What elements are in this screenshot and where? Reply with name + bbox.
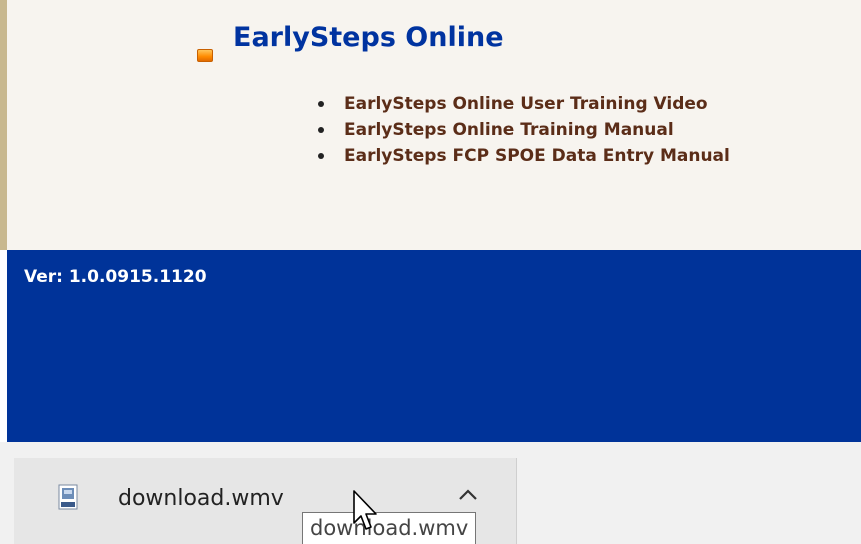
version-label: Ver: 1.0.0915.1120 [24, 267, 207, 287]
list-item[interactable]: EarlySteps Online User Training Video [318, 91, 730, 117]
training-links-list: EarlySteps Online User Training Video Ea… [318, 91, 730, 169]
page: EarlySteps Online EarlySteps Online User… [0, 0, 861, 544]
bullet-dot-icon [318, 101, 324, 107]
bullet-dot-icon [318, 127, 324, 133]
bullet-dot-icon [318, 153, 324, 159]
list-item[interactable]: EarlySteps FCP SPOE Data Entry Manual [318, 143, 730, 169]
chevron-up-icon[interactable] [456, 486, 480, 502]
download-file-name[interactable]: download.wmv [118, 486, 284, 511]
section-title: EarlySteps Online [233, 22, 504, 53]
link-user-training-video[interactable]: EarlySteps Online User Training Video [344, 94, 708, 114]
tooltip: download.wmv [302, 512, 477, 544]
link-training-manual[interactable]: EarlySteps Online Training Manual [344, 120, 674, 140]
list-item[interactable]: EarlySteps Online Training Manual [318, 117, 730, 143]
left-border-strip [0, 0, 7, 250]
orange-square-bullet-icon [197, 49, 213, 62]
mouse-pointer-icon [353, 490, 377, 530]
wmv-file-icon [58, 484, 78, 510]
link-data-entry-manual[interactable]: EarlySteps FCP SPOE Data Entry Manual [344, 146, 730, 166]
